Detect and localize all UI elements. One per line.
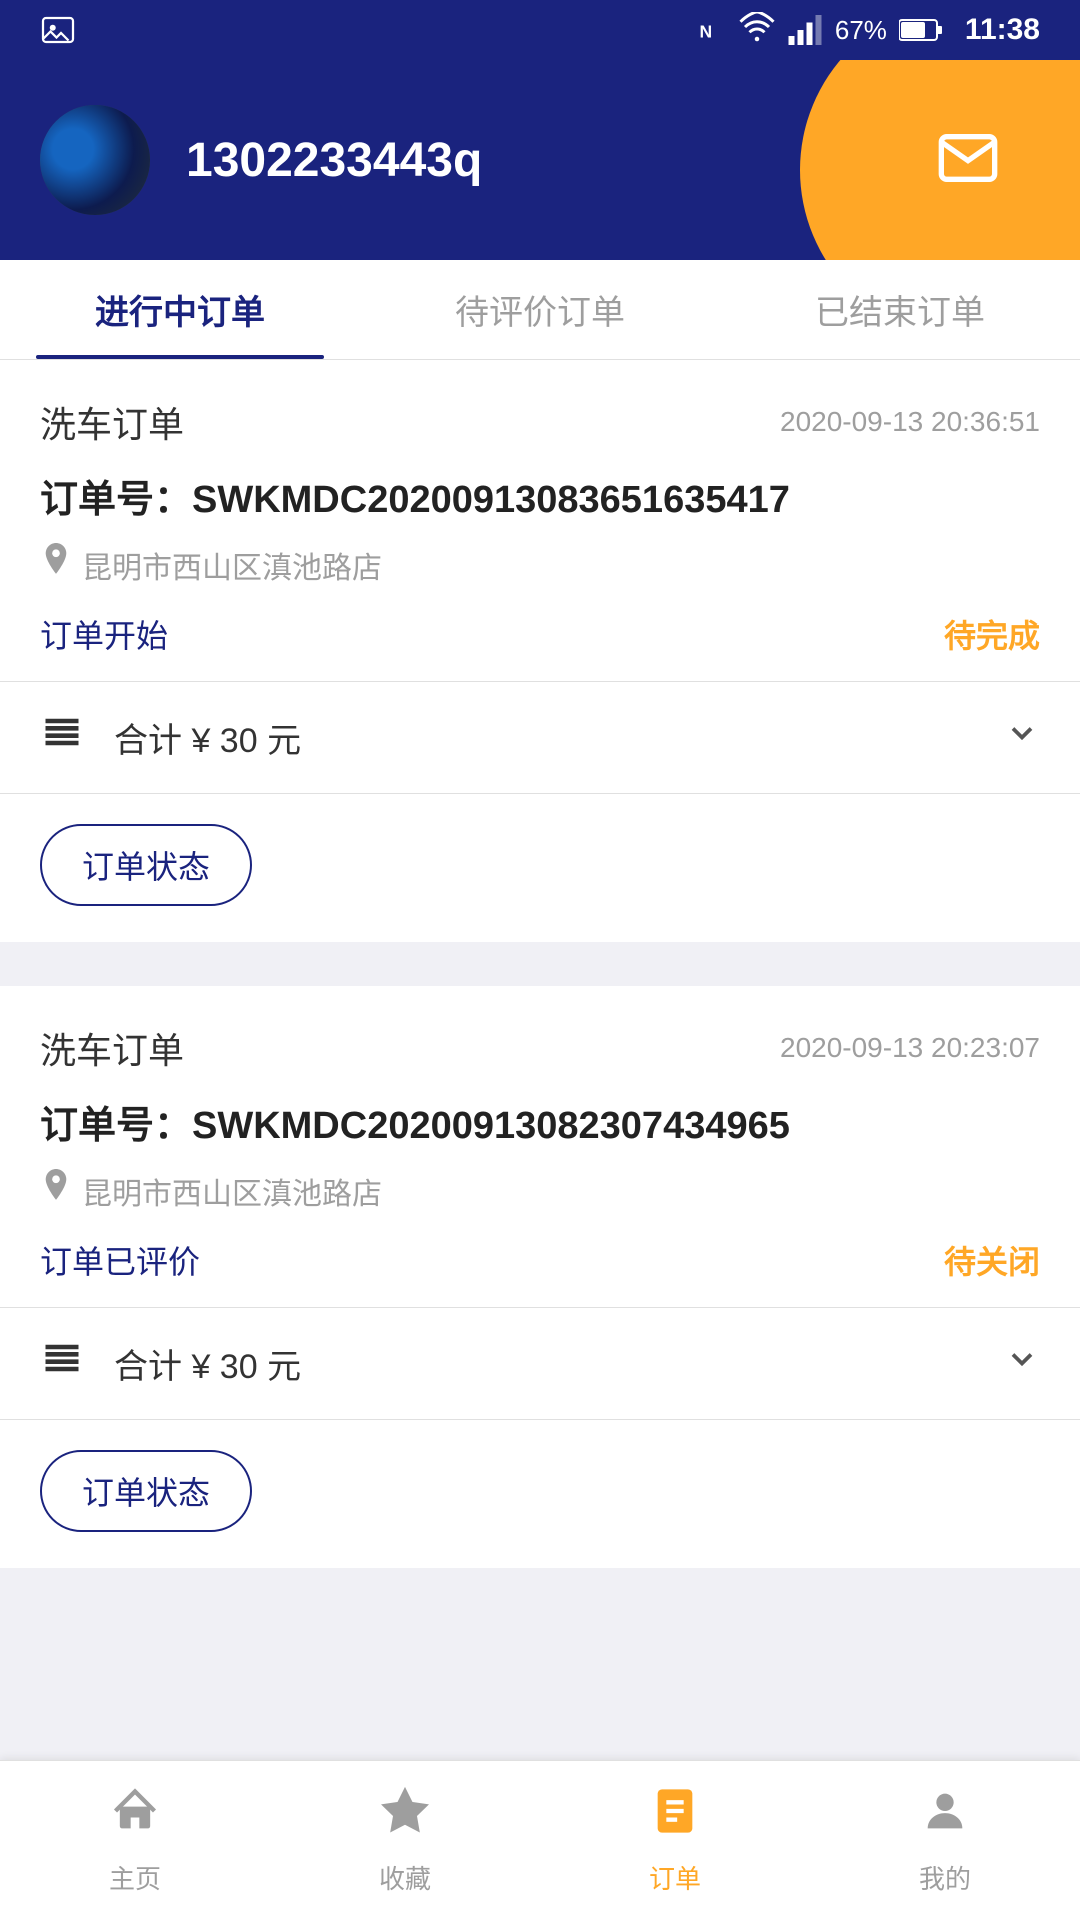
mail-button[interactable] [936, 126, 1000, 195]
battery-icon [899, 17, 943, 43]
order-address: 昆明市西山区滇池路店 [82, 1169, 382, 1213]
order-status-right: 待关闭 [944, 1237, 1040, 1283]
order-card: 洗车订单 2020-09-13 20:23:07 订单号：SWKMDC20200… [0, 986, 1080, 1568]
wifi-icon [739, 12, 775, 48]
username: 1302233443q [186, 133, 936, 188]
order-actions: 订单状态 [40, 794, 1040, 942]
nfc-icon: N [697, 15, 727, 45]
home-icon [109, 1785, 161, 1849]
separator [0, 966, 1080, 986]
nav-mine-label: 我的 [919, 1859, 971, 1896]
order-number: 订单号：SWKMDC20200913082307434965 [40, 1094, 1040, 1149]
order-location: 昆明市西山区滇池路店 [40, 543, 1040, 587]
nav-home[interactable]: 主页 [0, 1761, 270, 1920]
person-icon [919, 1785, 971, 1849]
order-status-left: 订单开始 [40, 611, 168, 657]
tab-ended-orders[interactable]: 已结束订单 [720, 260, 1080, 359]
tab-pending-review[interactable]: 待评价订单 [360, 260, 720, 359]
nav-home-label: 主页 [109, 1859, 161, 1896]
status-icons: N 67% 11:38 [697, 12, 1040, 48]
order-time: 2020-09-13 20:23:07 [780, 1032, 1040, 1064]
order-header: 洗车订单 2020-09-13 20:23:07 [40, 1022, 1040, 1074]
avatar[interactable] [40, 105, 150, 215]
battery-text: 67% [835, 15, 887, 46]
status-time: 11:38 [965, 13, 1040, 47]
order-status-left: 订单已评价 [40, 1237, 200, 1283]
order-status-right: 待完成 [944, 611, 1040, 657]
status-bar: N 67% 11:38 [0, 0, 1080, 60]
order-status-row: 订单已评价 待关闭 [40, 1237, 1040, 1283]
status-bar-left [40, 12, 681, 48]
order-card: 洗车订单 2020-09-13 20:36:51 订单号：SWKMDC20200… [0, 360, 1080, 942]
order-status-button[interactable]: 订单状态 [40, 824, 252, 906]
order-address: 昆明市西山区滇池路店 [82, 543, 382, 587]
bottom-nav: 主页 收藏 订单 我的 [0, 1760, 1080, 1920]
order-status-row: 订单开始 待完成 [40, 611, 1040, 657]
tab-active-orders[interactable]: 进行中订单 [0, 260, 360, 359]
nav-favorites[interactable]: 收藏 [270, 1761, 540, 1920]
svg-text:N: N [699, 22, 712, 42]
nav-orders[interactable]: 订单 [540, 1761, 810, 1920]
chevron-down-icon[interactable] [1004, 1341, 1040, 1386]
nav-mine[interactable]: 我的 [810, 1761, 1080, 1920]
order-type: 洗车订单 [40, 396, 184, 448]
chevron-down-icon[interactable] [1004, 715, 1040, 760]
order-tabs: 进行中订单 待评价订单 已结束订单 [0, 260, 1080, 360]
order-total: 合计 ¥ 30 元 [114, 713, 984, 762]
orders-list: 洗车订单 2020-09-13 20:36:51 订单号：SWKMDC20200… [0, 360, 1080, 1772]
signal-icon [787, 12, 823, 48]
nav-favorites-label: 收藏 [379, 1859, 431, 1896]
order-total: 合计 ¥ 30 元 [114, 1339, 984, 1388]
order-total-row[interactable]: 合计 ¥ 30 元 [40, 1308, 1040, 1419]
photo-icon [40, 12, 76, 48]
list-icon [40, 710, 84, 765]
star-icon [379, 1785, 431, 1849]
order-type: 洗车订单 [40, 1022, 184, 1074]
order-time: 2020-09-13 20:36:51 [780, 406, 1040, 438]
order-number: 订单号：SWKMDC20200913083651635417 [40, 468, 1040, 523]
nav-orders-label: 订单 [649, 1859, 701, 1896]
order-actions: 订单状态 [40, 1420, 1040, 1568]
location-icon [40, 1169, 72, 1213]
location-icon [40, 543, 72, 587]
header: 1302233443q [0, 60, 1080, 260]
order-status-button[interactable]: 订单状态 [40, 1450, 252, 1532]
order-location: 昆明市西山区滇池路店 [40, 1169, 1040, 1213]
order-total-row[interactable]: 合计 ¥ 30 元 [40, 682, 1040, 793]
orders-icon [649, 1785, 701, 1849]
list-icon [40, 1336, 84, 1391]
order-header: 洗车订单 2020-09-13 20:36:51 [40, 396, 1040, 448]
